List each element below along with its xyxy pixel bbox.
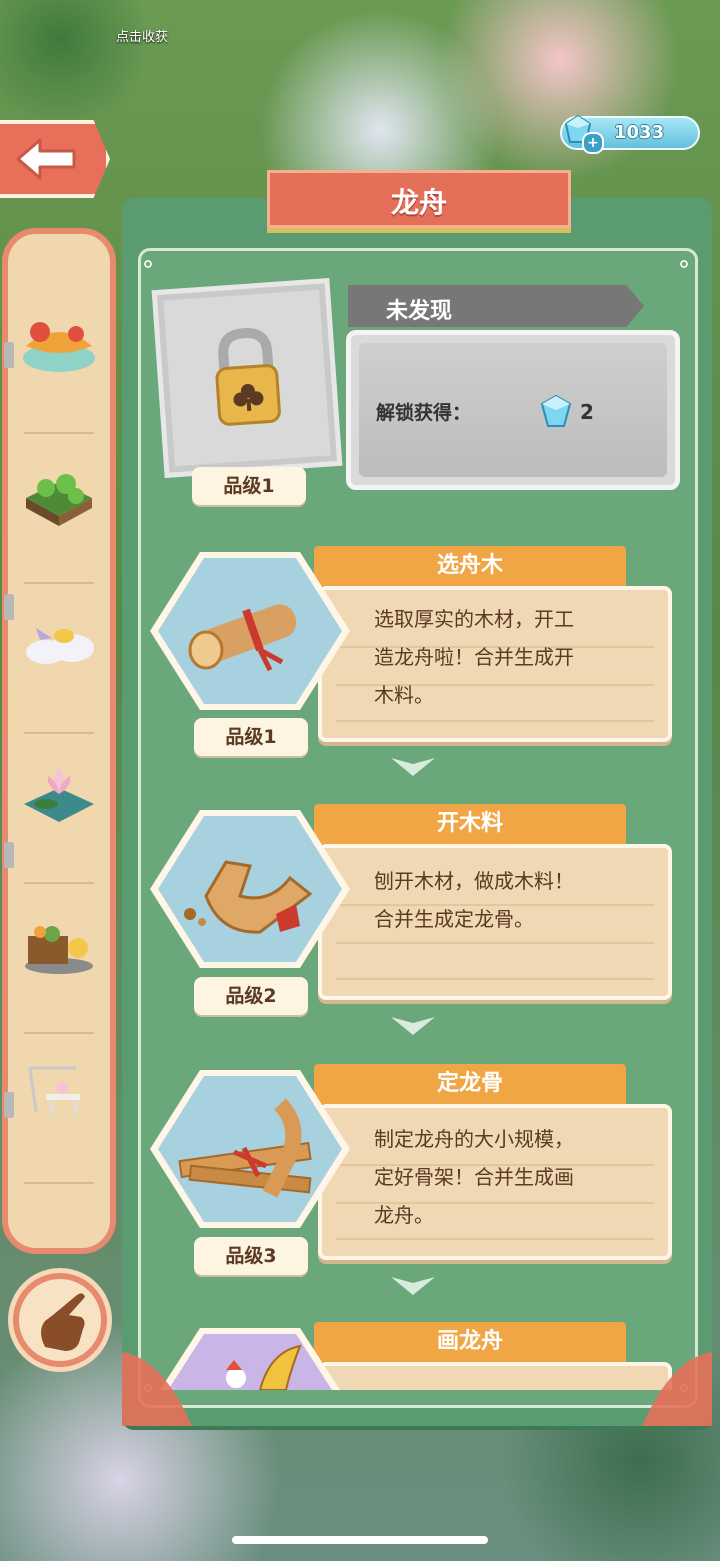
item-description-line: 制定龙舟的大小规模， [374, 1127, 574, 1151]
unlock-reward-label: 解锁获得： [376, 402, 472, 424]
item-description-line: 造龙舟啦！合并生成开 [374, 645, 574, 669]
item-description-line: 刨开木材，做成木料！ [374, 869, 574, 893]
chevron-down-icon [391, 1277, 435, 1295]
item-name: 开木料 [314, 804, 626, 844]
corner-rivet [144, 260, 152, 268]
gem-icon [540, 394, 572, 427]
sidebar-item-dragon-boat[interactable] [16, 288, 102, 434]
item-name: 定龙骨 [314, 1064, 626, 1104]
item-thumbnail[interactable] [150, 1064, 350, 1234]
locked-status-banner: 未发现 [348, 285, 644, 327]
harvest-hint[interactable]: 点击收获 [116, 26, 168, 45]
item-description-line: 合并生成定龙骨。 [374, 907, 534, 931]
sidebar-item-basket-cart[interactable] [16, 888, 102, 1034]
add-gems-button[interactable]: + [582, 132, 604, 154]
home-indicator [232, 1536, 488, 1544]
sidebar-item-clover-garden[interactable] [16, 438, 102, 584]
item-description-line: 定好骨架！合并生成画 [374, 1165, 574, 1189]
item-description-card [318, 1362, 672, 1390]
tea-table-icon [28, 1066, 80, 1116]
locked-status-label: 未发现 [386, 299, 453, 324]
basket-cart-icon [25, 926, 93, 974]
item-description-line: 龙舟。 [374, 1203, 434, 1227]
chevron-down-icon [391, 1017, 435, 1035]
sidebar-item-cloud-bird[interactable] [16, 588, 102, 734]
dragon-boat-collection-icon [23, 322, 95, 372]
item-grade-badge: 品级2 [194, 977, 308, 1015]
back-button[interactable] [0, 120, 110, 198]
chevron-down-icon [391, 758, 435, 776]
gem-count: 1033 [614, 122, 665, 143]
item-description-line: 木料。 [374, 683, 434, 707]
item-grade-badge: 品级1 [194, 718, 308, 756]
sidebar-tab-marker [4, 342, 14, 368]
panel-corner-ornament [122, 1352, 192, 1426]
item-description-line: 选取厚实的木材，开工 [374, 607, 574, 631]
sidebar-tab-marker [4, 1092, 14, 1118]
lock-icon [163, 289, 331, 467]
back-arrow-icon [16, 138, 76, 180]
title-banner: 龙舟 [267, 170, 571, 228]
sidebar-item-tea-table[interactable] [16, 1038, 102, 1184]
item-grade-badge: 品级1 [192, 467, 306, 505]
sidebar-tab-marker [4, 594, 14, 620]
hand-tool-button[interactable] [8, 1268, 112, 1372]
category-sidebar [2, 228, 116, 1254]
panel-corner-ornament [642, 1352, 712, 1426]
gem-counter[interactable]: + 1033 [560, 114, 700, 154]
panel-title: 龙舟 [390, 186, 447, 219]
item-thumbnail[interactable] [150, 804, 350, 974]
item-grade-badge: 品级3 [194, 1237, 308, 1275]
locked-item-stamp[interactable] [151, 278, 343, 478]
item-name: 选舟木 [314, 546, 626, 586]
unlock-reward-count: 2 [580, 400, 594, 424]
lotus-pond-icon [24, 768, 94, 822]
cloud-bird-icon [26, 628, 94, 664]
pointing-hand-icon [41, 1293, 85, 1351]
corner-rivet [680, 260, 688, 268]
clover-garden-icon [26, 474, 92, 526]
sidebar-item-lotus-pond[interactable] [16, 738, 102, 884]
item-thumbnail[interactable] [150, 546, 350, 716]
sidebar-tab-marker [4, 842, 14, 868]
item-name: 画龙舟 [314, 1322, 626, 1362]
